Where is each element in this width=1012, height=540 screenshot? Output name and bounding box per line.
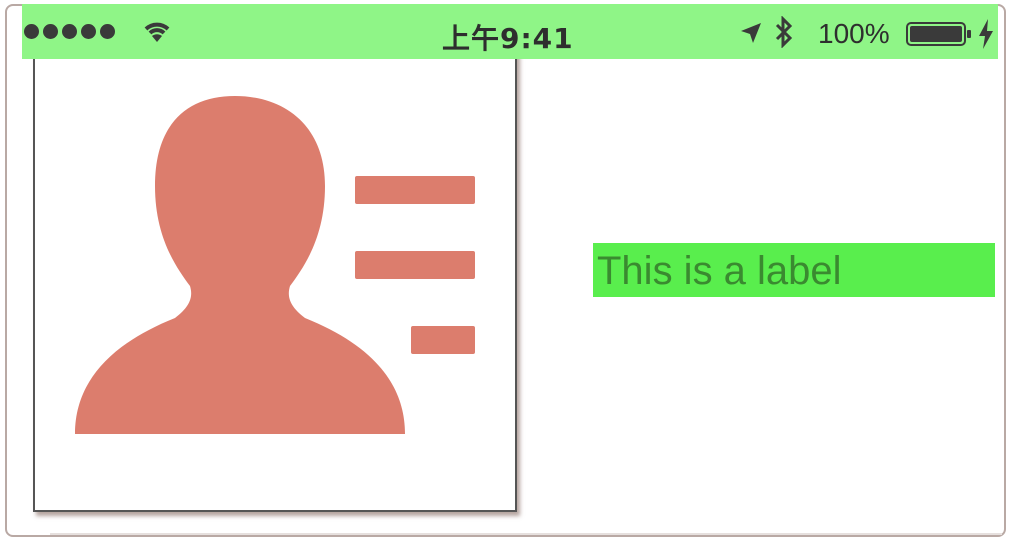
signal-dot xyxy=(81,24,96,39)
charging-bolt-icon xyxy=(979,19,993,49)
battery-percent: 100% xyxy=(818,18,890,49)
bottom-separator xyxy=(50,533,1002,535)
status-bar: 上午9:41 100% xyxy=(22,4,998,59)
status-time: 上午9:41 xyxy=(442,22,574,55)
signal-strength xyxy=(24,24,115,39)
signal-dot xyxy=(100,24,115,39)
battery-icon xyxy=(906,22,971,46)
bluetooth-icon xyxy=(775,16,793,48)
wifi-icon xyxy=(144,22,170,42)
label-text: This is a label xyxy=(597,249,842,293)
image-card xyxy=(33,40,517,512)
signal-dot xyxy=(43,24,58,39)
contact-card-icon xyxy=(75,96,475,434)
signal-dot xyxy=(24,24,39,39)
label: This is a label xyxy=(593,243,995,297)
signal-dot xyxy=(62,24,77,39)
location-arrow-icon xyxy=(741,23,761,43)
